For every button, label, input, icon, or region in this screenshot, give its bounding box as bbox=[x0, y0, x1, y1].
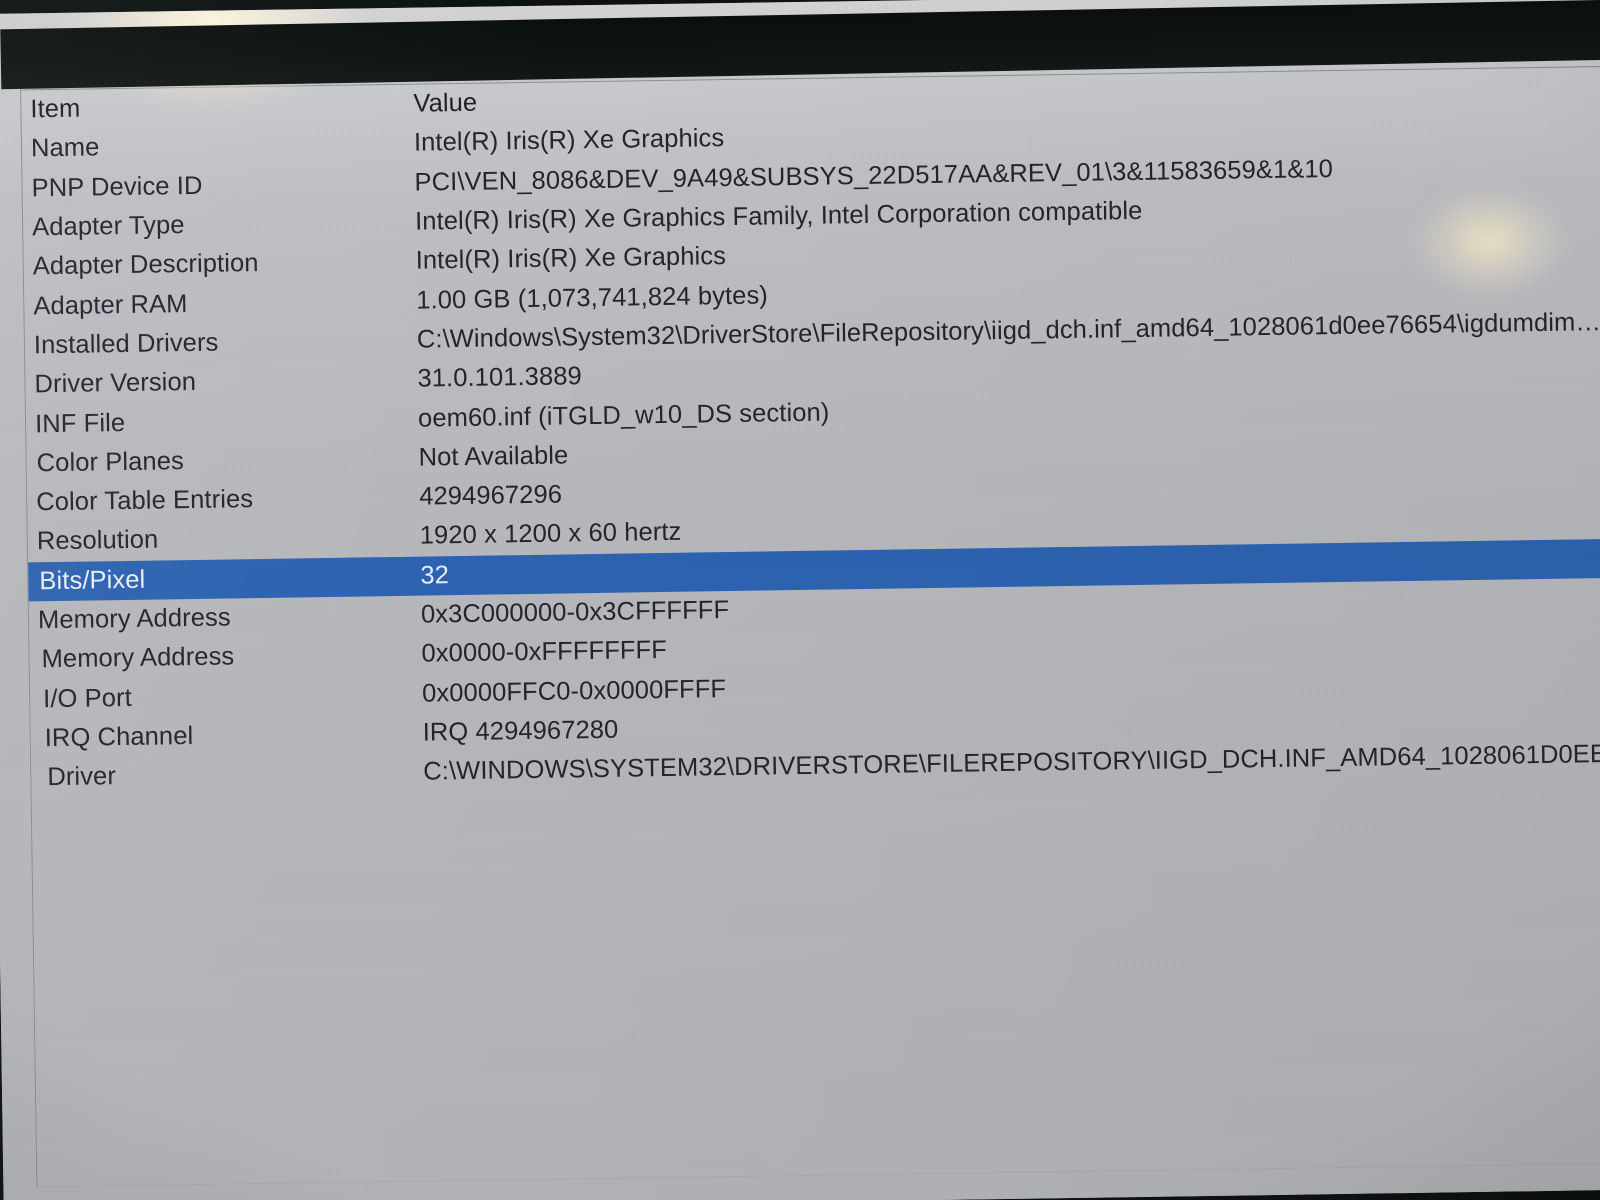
row-item-label: Memory Address bbox=[41, 642, 235, 674]
row-item-label: Driver bbox=[47, 762, 117, 792]
column-header-item[interactable]: Item bbox=[21, 90, 413, 125]
screen-photograph: Item Value Name Intel(R) Iris(R) Xe Graph… bbox=[0, 0, 1600, 1200]
row-item-label: INF File bbox=[34, 408, 126, 438]
row-item-label: Color Table Entries bbox=[36, 485, 254, 517]
row-item-label: Resolution bbox=[36, 525, 159, 556]
row-item-label: Name bbox=[30, 133, 100, 163]
row-item-label: Memory Address bbox=[37, 603, 231, 635]
maximize-restore-button[interactable] bbox=[1436, 14, 1482, 49]
row-item-label: Adapter Description bbox=[32, 249, 259, 281]
minimize-icon bbox=[1371, 31, 1391, 34]
system-details-listview[interactable]: Item Value Name Intel(R) Iris(R) Xe Graph… bbox=[20, 66, 1600, 1188]
row-item-label: Bits/Pixel bbox=[39, 565, 146, 595]
close-button[interactable] bbox=[1514, 13, 1560, 48]
restore-icon bbox=[1450, 22, 1468, 40]
row-item-label: PNP Device ID bbox=[31, 171, 203, 203]
monitor-screen: Item Value Name Intel(R) Iris(R) Xe Graph… bbox=[0, 0, 1600, 1200]
row-item-label: IRQ Channel bbox=[44, 721, 194, 753]
minimize-button[interactable] bbox=[1358, 15, 1404, 50]
row-item-label: Driver Version bbox=[34, 368, 197, 399]
row-item-label: Adapter RAM bbox=[33, 289, 188, 320]
row-item-label: Installed Drivers bbox=[33, 328, 219, 360]
system-information-window: Item Value Name Intel(R) Iris(R) Xe Graph… bbox=[0, 0, 1600, 1200]
row-item-label: I/O Port bbox=[42, 683, 133, 713]
close-icon bbox=[1527, 19, 1548, 40]
row-item-label: Adapter Type bbox=[31, 211, 185, 242]
row-item-label: Color Planes bbox=[36, 446, 185, 478]
